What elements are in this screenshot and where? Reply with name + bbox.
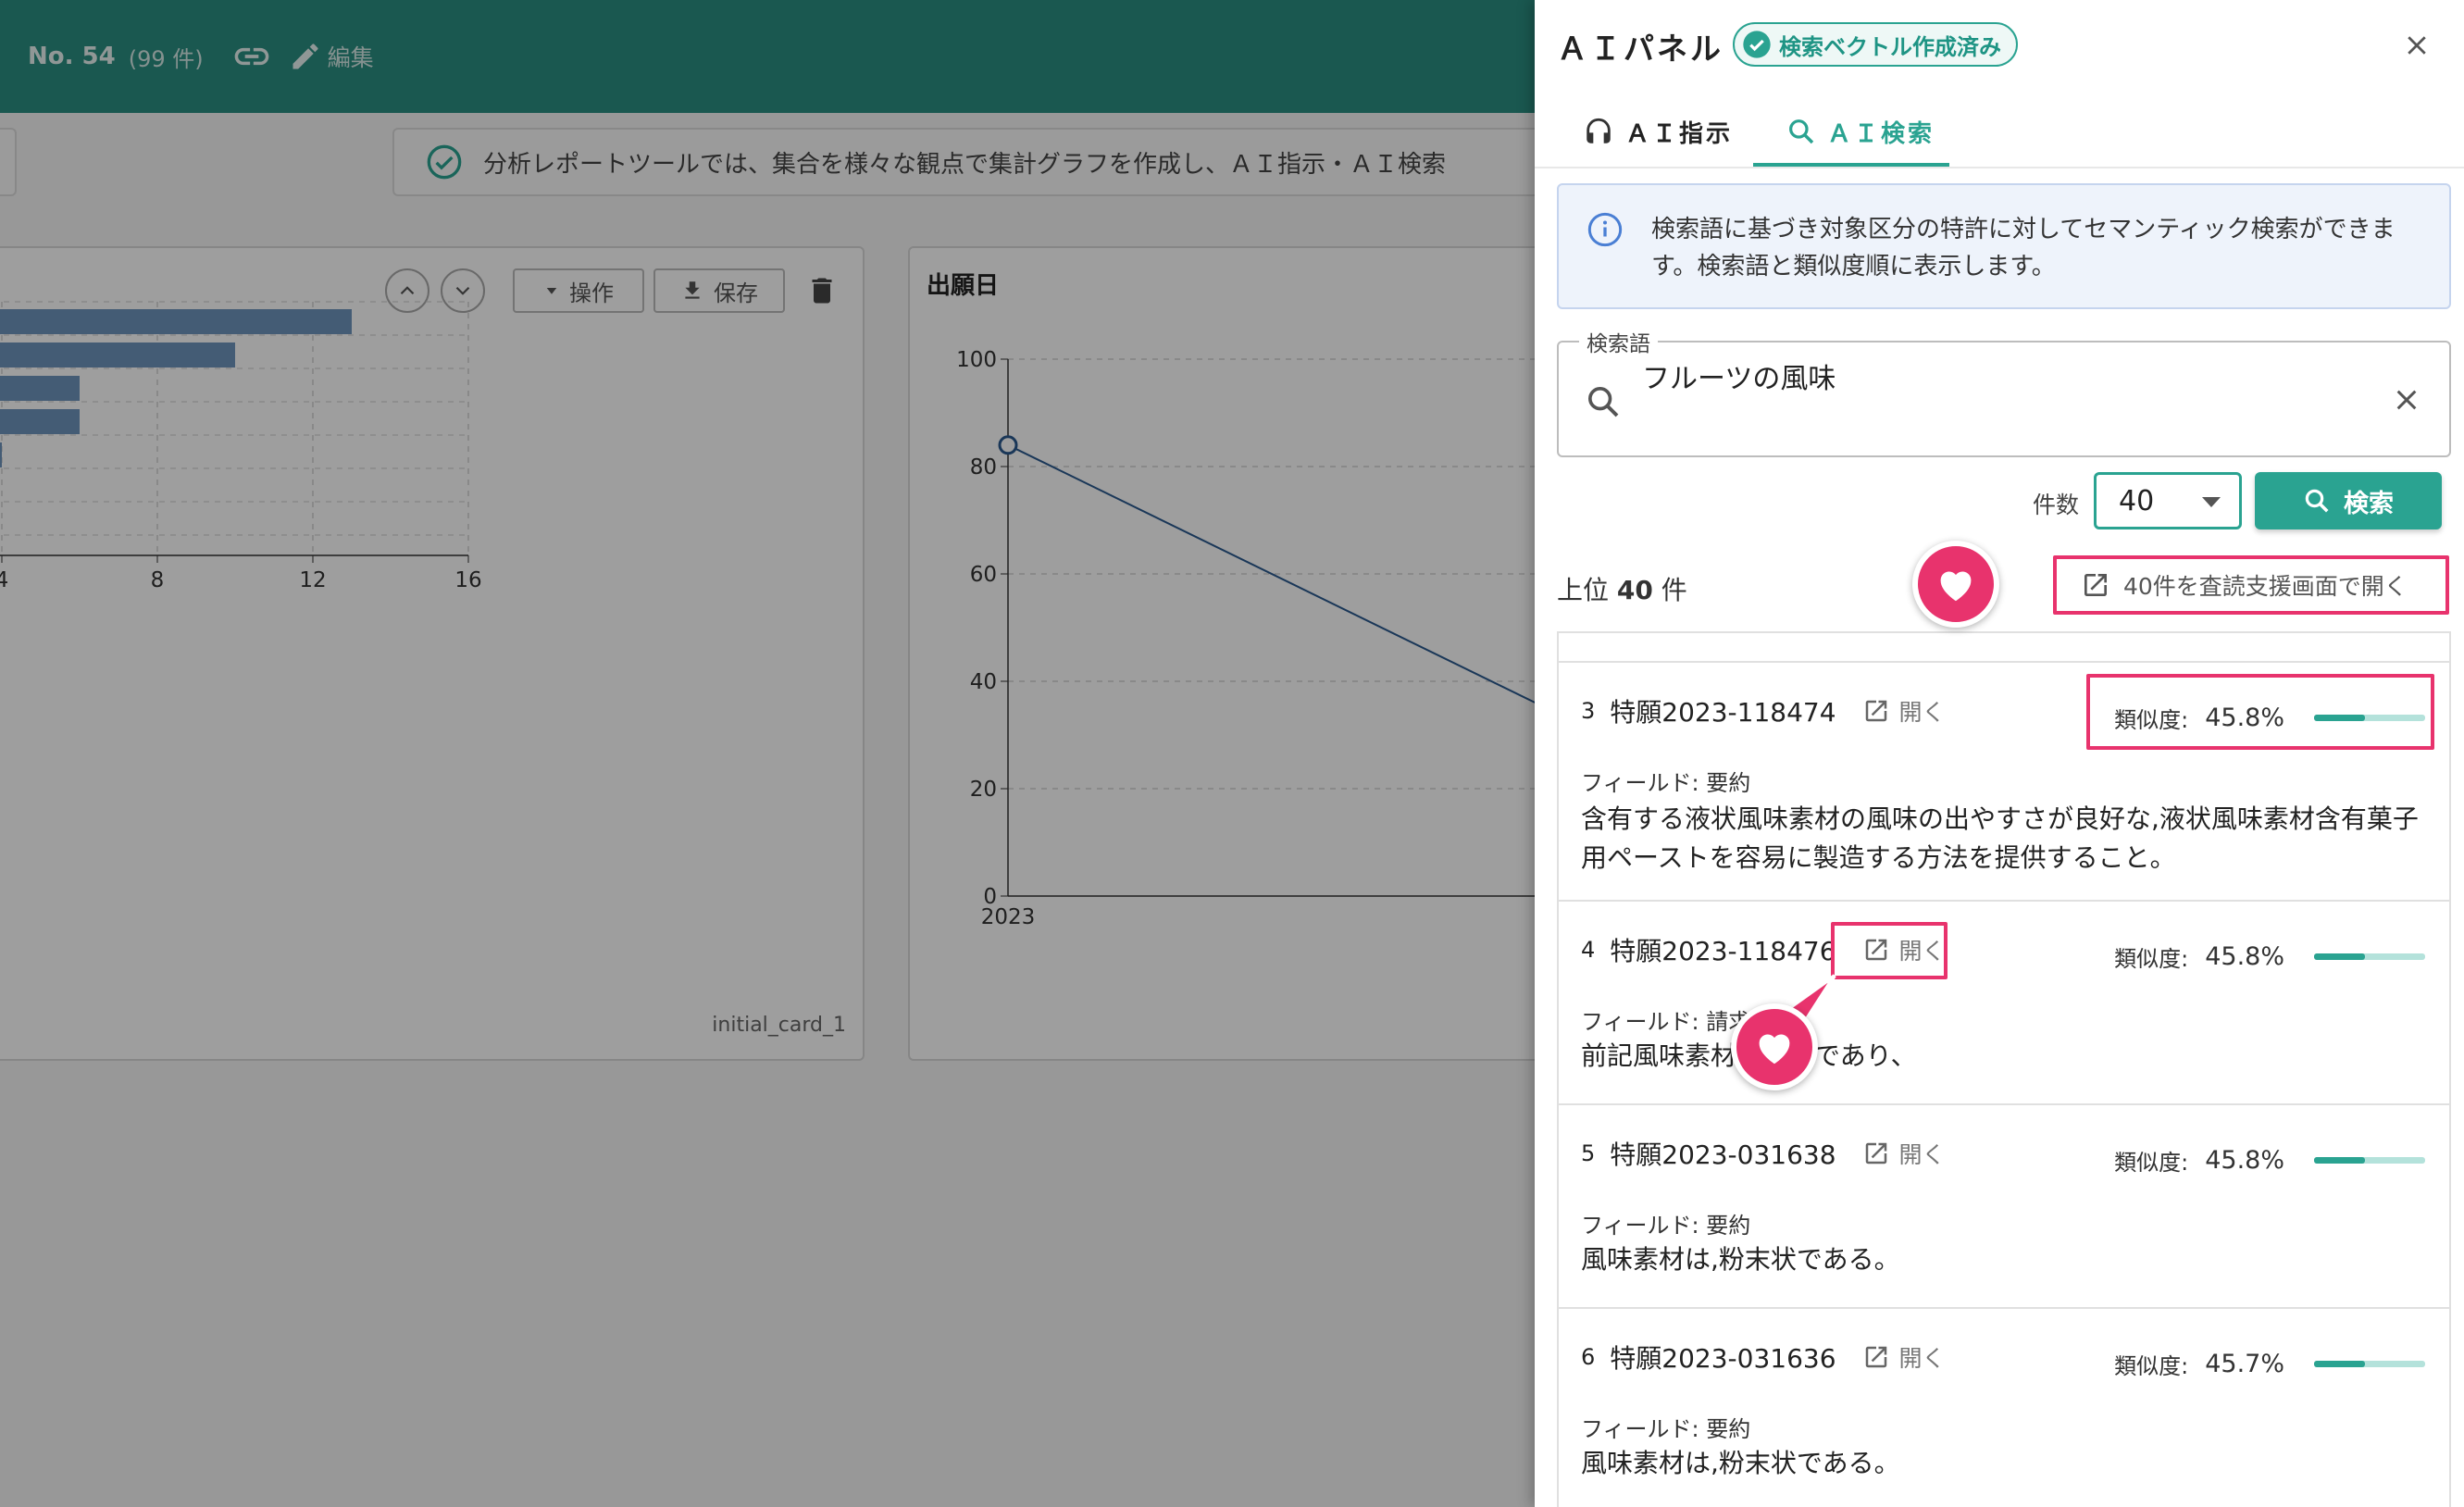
list-item: 5 特願2023-031638 開く 類似度: 45.8% フィールド: 要約 … bbox=[1559, 1103, 2449, 1307]
similarity-label: 類似度: bbox=[2114, 1150, 2189, 1176]
search-button-label: 検索 bbox=[2344, 489, 2394, 518]
similarity-highlight-box bbox=[2086, 674, 2434, 750]
list-item: 4 特願2023-118476 開く 類似度: 45.8% フィールド: 請求 … bbox=[1559, 900, 2449, 1103]
result-open-link[interactable]: 開く bbox=[1862, 1340, 1946, 1374]
open-all-label: 40件を査読支援画面で開く bbox=[2123, 573, 2408, 600]
modal-overlay[interactable] bbox=[0, 0, 1535, 1507]
open-link-highlight-box bbox=[1831, 922, 1948, 979]
headset-icon bbox=[1587, 118, 1611, 143]
similarity-bar-fill bbox=[2314, 1157, 2365, 1164]
result-rank: 3 bbox=[1581, 698, 1596, 724]
similarity-label: 類似度: bbox=[2114, 1353, 2189, 1379]
similarity-bar bbox=[2314, 1157, 2425, 1164]
heart-callout bbox=[1912, 541, 1999, 628]
external-link-icon bbox=[1865, 1142, 1886, 1164]
result-count-number: 40 bbox=[1616, 575, 1653, 605]
similarity-bar-fill bbox=[2314, 1361, 2365, 1367]
result-open-label: 開く bbox=[1898, 1141, 1946, 1168]
result-rank: 6 bbox=[1581, 1344, 1596, 1370]
result-id: 特願2023-118476 bbox=[1610, 936, 1836, 966]
result-field: フィールド: 請求 bbox=[1581, 1009, 1751, 1035]
external-link-icon bbox=[2084, 574, 2107, 596]
search-field-label: 検索語 bbox=[1579, 326, 1658, 357]
result-open-label: 開く bbox=[1898, 1345, 1946, 1372]
result-field: フィールド: 要約 bbox=[1581, 1213, 1751, 1239]
result-text: 含有する液状風味素材の風味の出やすさが良好な,液状風味素材含有菓子用ペーストを容… bbox=[1581, 803, 2419, 873]
search-icon bbox=[1789, 119, 1814, 144]
count-select[interactable]: 40 bbox=[2094, 472, 2242, 529]
heart-callout bbox=[1731, 1003, 1818, 1090]
tab-ai-instruct-label: ＡＩ指示 bbox=[1625, 119, 1734, 148]
open-all-in-review-button[interactable]: 40件を査読支援画面で開く bbox=[2053, 555, 2449, 615]
tab-ai-search-label: ＡＩ検索 bbox=[1827, 119, 1935, 148]
close-icon bbox=[2408, 36, 2426, 55]
result-id: 特願2023-031638 bbox=[1610, 1140, 1836, 1170]
search-button[interactable]: 検索 bbox=[2255, 472, 2442, 529]
list-item: 6 特願2023-031636 開く 類似度: 45.7% フィールド: 要約 … bbox=[1559, 1307, 2449, 1507]
analysis-report-app: No. 54 (99 件) 編集 分析レポートツールでは、集合を様々な観点で集計… bbox=[0, 0, 1535, 1507]
info-text: 検索語に基づき対象区分の特許に対してセマンティック検索ができます。検索語と類似度… bbox=[1651, 216, 2396, 280]
heart-icon bbox=[1940, 571, 1972, 602]
similarity-bar bbox=[2314, 953, 2425, 960]
result-count: 上位 40 件 bbox=[1557, 570, 1687, 607]
result-id: 特願2023-031636 bbox=[1610, 1343, 1836, 1374]
tab-divider bbox=[1535, 167, 2464, 168]
result-field: フィールド: 要約 bbox=[1581, 770, 1751, 796]
caret-down-icon bbox=[2202, 497, 2221, 507]
info-box: 検索語に基づき対象区分の特許に対してセマンティック検索ができます。検索語と類似度… bbox=[1557, 183, 2451, 309]
similarity-bar bbox=[2314, 1361, 2425, 1367]
result-id: 特願2023-118474 bbox=[1610, 697, 1836, 728]
result-open-label: 開く bbox=[1898, 699, 1946, 726]
external-link-icon bbox=[1865, 700, 1886, 722]
similarity-value: 45.7% bbox=[2205, 1350, 2284, 1378]
search-input[interactable] bbox=[1642, 359, 2346, 392]
result-count-prefix: 上位 bbox=[1557, 575, 1610, 605]
result-text: 風味素材は,粉末状である。 bbox=[1581, 1448, 1900, 1478]
result-rank: 5 bbox=[1581, 1140, 1596, 1166]
external-link-icon bbox=[1865, 1346, 1886, 1368]
result-list: 3 特願2023-118474 開く 類似度: 45.8% フィールド: 要約 … bbox=[1557, 631, 2451, 1507]
result-rank: 4 bbox=[1581, 937, 1596, 963]
search-field bbox=[1557, 341, 2451, 457]
tab-ai-search[interactable]: ＡＩ検索 bbox=[1786, 96, 1935, 167]
check-circle-icon bbox=[1743, 31, 1771, 58]
search-icon bbox=[1588, 387, 1619, 417]
result-text: 前記風味素材が液状であり、 bbox=[1581, 1037, 2433, 1076]
close-button[interactable] bbox=[2394, 22, 2440, 68]
similarity-label: 類似度: bbox=[2114, 946, 2189, 972]
count-label: 件数 bbox=[2033, 492, 2080, 518]
vector-status-text: 検索ベクトル作成済み bbox=[1779, 33, 2001, 60]
similarity-value: 45.8% bbox=[2205, 942, 2284, 971]
ai-panel: ＡＩパネル 検索ベクトル作成済み ＡＩ指示 ＡＩ検索 検索語に基づき対象区分の特… bbox=[1535, 0, 2464, 1507]
info-icon bbox=[1587, 212, 1623, 247]
result-field: フィールド: 要約 bbox=[1581, 1416, 1751, 1442]
result-open-link[interactable]: 開く bbox=[1862, 1137, 1946, 1170]
result-count-suffix: 件 bbox=[1661, 575, 1687, 605]
similarity-bar-fill bbox=[2314, 953, 2365, 960]
tab-ai-instruct[interactable]: ＡＩ指示 bbox=[1583, 96, 1733, 167]
search-icon bbox=[2305, 489, 2329, 513]
panel-title: ＡＩパネル bbox=[1557, 31, 1724, 67]
heart-icon bbox=[1759, 1034, 1790, 1065]
similarity-value: 45.8% bbox=[2205, 1146, 2284, 1175]
result-text: 風味素材は,粉末状である。 bbox=[1581, 1244, 1900, 1275]
count-value: 40 bbox=[2119, 484, 2155, 517]
result-open-link[interactable]: 開く bbox=[1862, 694, 1946, 728]
clear-icon[interactable] bbox=[2392, 385, 2421, 415]
vector-status-badge: 検索ベクトル作成済み bbox=[1733, 22, 2018, 67]
